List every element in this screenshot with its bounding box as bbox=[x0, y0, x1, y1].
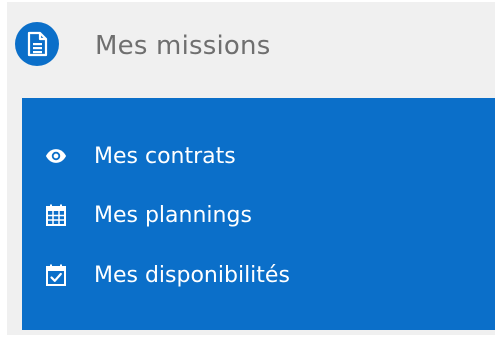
submenu-item-contrats[interactable]: Mes contrats bbox=[22, 134, 495, 178]
calendar-grid-icon bbox=[45, 204, 67, 226]
missions-menu: Mes missions Mes contrats Mes plannings … bbox=[7, 2, 495, 335]
missions-submenu: Mes contrats Mes plannings Mes disponibi… bbox=[22, 98, 495, 330]
menu-title: Mes missions bbox=[95, 31, 271, 61]
eye-icon bbox=[45, 145, 67, 167]
submenu-item-plannings[interactable]: Mes plannings bbox=[22, 193, 495, 237]
submenu-item-label: Mes plannings bbox=[94, 202, 252, 228]
calendar-check-icon bbox=[45, 264, 67, 286]
missions-menu-header[interactable]: Mes missions bbox=[7, 2, 495, 92]
document-icon bbox=[15, 22, 59, 66]
submenu-item-label: Mes disponibilités bbox=[94, 262, 290, 288]
submenu-item-label: Mes contrats bbox=[94, 143, 236, 169]
submenu-item-disponibilites[interactable]: Mes disponibilités bbox=[22, 253, 495, 297]
